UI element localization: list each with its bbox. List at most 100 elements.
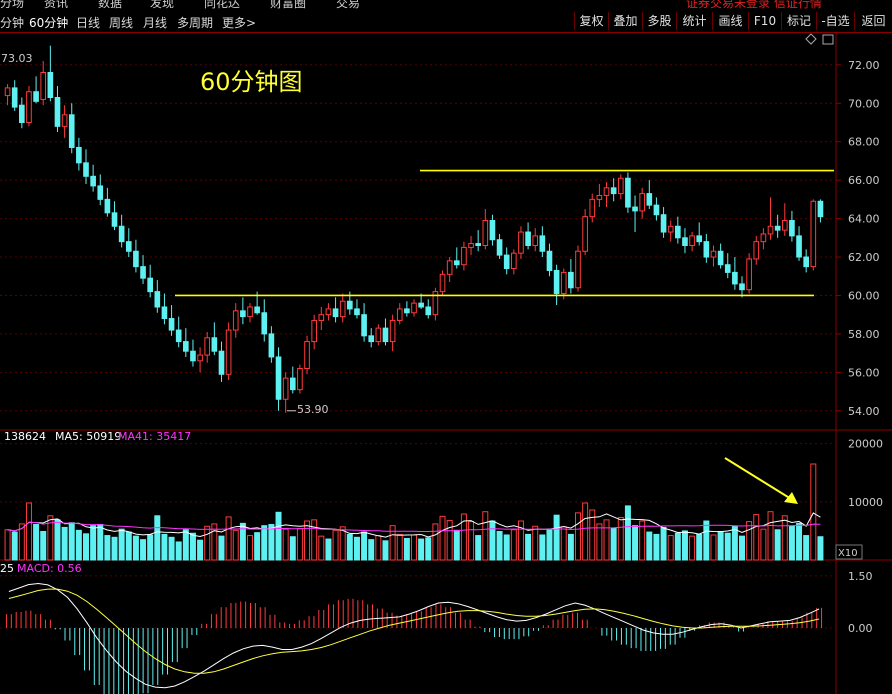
f10-button[interactable]: F10 [748,12,781,30]
login-warning[interactable]: 证券交易未登录 信证行情 [686,0,822,10]
volume-bar [132,535,139,561]
statistics-button[interactable]: 统计 [676,12,712,30]
volume-bar [154,515,161,561]
candle-body [553,269,560,295]
kline-chart[interactable]: 72.00 70.00 68.00 66.00 64.00 62.00 60.00 58.00… [0,32,892,694]
volume-bars [0,443,836,561]
volume-bar [368,539,375,561]
candle-body [26,91,32,123]
candle-body [675,225,681,239]
macd-legend-param: 25 [0,562,14,575]
volume-bar [503,534,510,561]
tab-more[interactable]: 更多> [222,14,256,31]
volume-bar [125,531,132,561]
volume-bar [140,539,147,561]
volume-bar [382,540,389,561]
candle-body [33,91,39,102]
multi-stock-button[interactable]: 多股 [642,12,676,30]
top-menu-item[interactable]: 财富圈 [270,0,306,10]
top-menu-item[interactable]: 资讯 [44,0,68,10]
candle-body [232,310,239,331]
back-button[interactable]: 返回 [854,12,892,30]
tab-multi-period[interactable]: 多周期 [177,14,213,31]
volume-bar [653,533,660,561]
macd-tick-label: 0.00 [848,622,873,635]
volume-tick-label: 10000 [848,496,883,509]
volume-bar [810,463,817,561]
volume-bar [218,535,225,561]
candle-body [318,314,325,321]
volume-bar [575,512,581,561]
top-menu-item[interactable]: 发现 [150,0,174,10]
candle-body [767,225,774,235]
candle-body [154,291,161,308]
tab-60min[interactable]: 60分钟 [29,14,68,31]
top-menu-item[interactable]: 数据 [98,0,122,10]
volume-ma41-line [7,521,821,532]
top-menu-item[interactable]: 交易 [336,0,360,10]
candle-body [332,308,339,318]
volume-bar [468,521,475,561]
fuquan-button[interactable]: 复权 [574,12,608,30]
volume-bar [803,535,810,561]
volume-bar [361,531,368,561]
candle-body [560,271,567,295]
candle-body [240,310,246,318]
candle-body [140,266,146,279]
volume-bar [510,529,517,561]
candle-body [439,273,446,293]
top-menu-item[interactable]: 同花达 [204,0,240,10]
volume-bar [817,536,824,561]
draw-line-button[interactable]: 画线 [712,12,748,30]
overlay-button[interactable]: 叠加 [608,12,642,30]
candle-body [739,283,745,291]
candle-body [218,350,225,375]
volume-bar [282,528,289,561]
price-tick-label: 60.00 [848,289,880,302]
top-right-icons[interactable] [805,33,834,45]
price-tick-label: 68.00 [848,136,880,149]
volume-bar [296,528,303,561]
candle-body [168,318,175,331]
volume-bar [731,525,738,561]
volume-bar [703,520,710,561]
tab-minute[interactable]: 分钟 [0,14,24,31]
candle-body [796,235,802,258]
remove-watchlist-button[interactable]: -自选 [816,12,854,30]
mark-button[interactable]: 标记 [781,12,816,30]
macd-dif-line [8,582,820,689]
candle-body [781,220,788,231]
volume-bar [432,523,439,561]
volume-bar [781,515,788,561]
candle-body [603,187,610,197]
candle-body [339,300,346,318]
diamond-icon[interactable] [805,33,817,45]
volume-bar [268,524,275,561]
candle-body [282,377,289,400]
candle-body [446,260,453,275]
volume-bar [325,538,332,561]
window-icon[interactable] [822,34,834,45]
vol-legend-total: 138624 [4,430,46,443]
volume-bar [567,533,574,561]
vol-legend-ma41: MA41: 35417 [118,430,191,443]
tab-daily[interactable]: 日线 [76,14,100,31]
tab-monthly[interactable]: 月线 [143,14,167,31]
candle-body [568,271,574,289]
top-menu-item[interactable]: 分场 [0,0,24,10]
volume-bar [318,535,325,561]
price-tick-label: 70.00 [848,97,880,110]
candle-body [489,220,496,241]
candle-body [696,235,703,243]
candle-body [589,198,596,218]
volume-bar [289,536,296,561]
candle-body [111,212,118,227]
tab-weekly[interactable]: 周线 [109,14,133,31]
volume-bar [660,526,667,561]
candle-body [375,327,382,343]
volume-tick-label: 20000 [848,438,883,451]
candle-body [4,87,11,97]
volume-bar [90,525,97,561]
volume-bar [225,516,232,561]
volume-bar [118,528,125,561]
